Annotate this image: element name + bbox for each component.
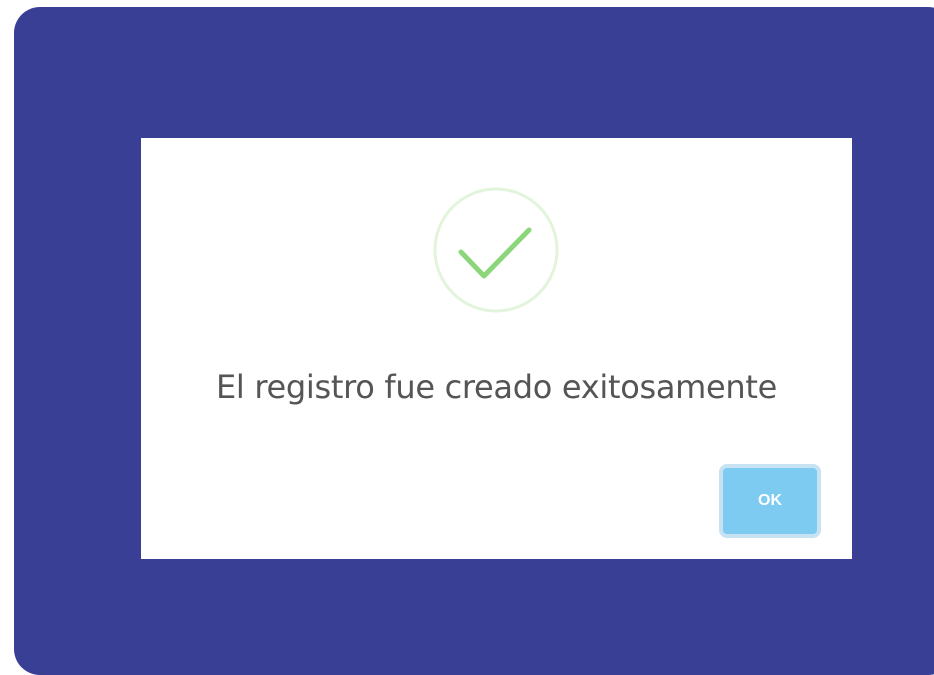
checkmark-success-icon <box>433 187 559 313</box>
dialog-message: El registro fue creado exitosamente <box>215 368 778 406</box>
success-icon-check <box>458 227 532 279</box>
ok-button[interactable]: OK <box>719 464 821 538</box>
success-icon-ring <box>433 187 559 313</box>
success-dialog: El registro fue creado exitosamente OK <box>141 138 852 559</box>
modal-backdrop: El registro fue creado exitosamente OK <box>14 7 934 675</box>
